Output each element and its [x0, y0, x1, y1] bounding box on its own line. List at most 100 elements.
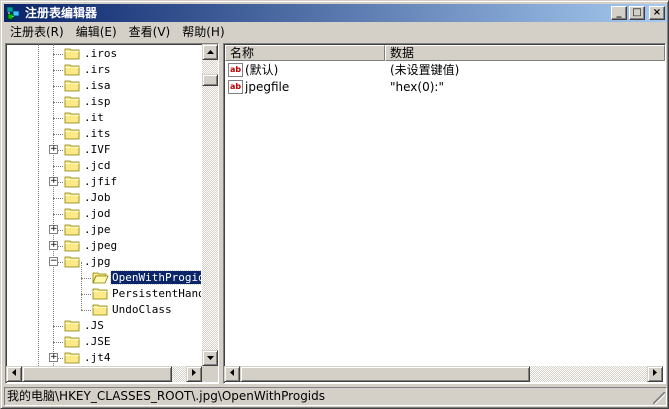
tree-item[interactable]: .isa: [6, 78, 201, 94]
scroll-thumb[interactable]: [202, 74, 218, 86]
tree-item[interactable]: .Job: [6, 190, 201, 206]
scroll-corner: [202, 366, 218, 382]
value-name: (默认): [245, 63, 279, 77]
value-row[interactable]: ab jpegfile "hex(0):": [226, 79, 665, 96]
folder-icon: [64, 207, 81, 220]
expand-icon[interactable]: +: [49, 177, 58, 186]
expand-icon[interactable]: +: [49, 145, 58, 154]
tree-item[interactable]: .iros: [6, 46, 201, 62]
tree-item[interactable]: .its: [6, 126, 201, 142]
tree-horizontal-scrollbar[interactable]: [6, 366, 202, 382]
key-tree[interactable]: .iros .irs .isa .isp .it .its + .IVF .jcd + .jfif.…: [6, 44, 201, 366]
tree-guide-line: [53, 342, 63, 343]
maximize-button[interactable]: □: [629, 6, 645, 20]
tree-item[interactable]: + .jpeg: [6, 238, 201, 254]
tree-item[interactable]: .isp: [6, 94, 201, 110]
collapse-icon[interactable]: −: [49, 257, 58, 266]
tree-vertical-scrollbar[interactable]: [202, 44, 218, 366]
tree-item-label: .jod: [84, 207, 111, 220]
tree-item-label: .jcd: [84, 159, 111, 172]
menu-registry[interactable]: 注册表(R): [4, 23, 70, 42]
scroll-right-button[interactable]: [647, 366, 663, 382]
folder-open-icon: [92, 271, 109, 284]
tree-item[interactable]: + .IVF: [6, 142, 201, 158]
folder-icon: [64, 319, 81, 332]
tree-guide-line: [53, 214, 63, 215]
folder-icon: [64, 335, 81, 348]
tree-guide-line: [81, 278, 91, 279]
tree-item[interactable]: .jcd: [6, 158, 201, 174]
tree-guide-line: [81, 262, 82, 278]
tree-item-label: OpenWithProgids: [109, 270, 201, 285]
folder-icon: [64, 159, 81, 172]
tree-item[interactable]: + .jt4: [6, 350, 201, 366]
folder-icon: [92, 303, 109, 316]
tree-item[interactable]: .JS: [6, 318, 201, 334]
folder-icon: [64, 47, 81, 60]
tree-item[interactable]: .jod: [6, 206, 201, 222]
tree-item[interactable]: .irs: [6, 62, 201, 78]
scroll-up-button[interactable]: [202, 44, 218, 60]
arrow-left-icon: [12, 369, 16, 376]
arrow-left-icon: [230, 369, 234, 376]
tree-guide-line: [53, 134, 63, 135]
close-button[interactable]: ×: [649, 6, 665, 20]
menu-bar: 注册表(R) 编辑(E) 查看(V) 帮助(H): [4, 23, 667, 42]
tree-item-label: .irs: [84, 63, 111, 76]
tree-guide-line: [53, 166, 63, 167]
tree-item[interactable]: .it: [6, 110, 201, 126]
scroll-left-button[interactable]: [224, 366, 240, 382]
tree-item[interactable]: + .jpe: [6, 222, 201, 238]
tree-item-label: .isp: [84, 95, 111, 108]
close-icon: ×: [652, 7, 662, 18]
regedit-window: 注册表编辑器 _ □ × 注册表(R) 编辑(E) 查看(V) 帮助(H) .i…: [0, 0, 669, 409]
values-list-pane[interactable]: 名称 数据 ab (默认) (未设置键值) ab jpegfile "hex(0…: [223, 43, 666, 384]
tree-item[interactable]: .JSE: [6, 334, 201, 350]
key-tree-pane[interactable]: .iros .irs .isa .isp .it .its + .IVF .jcd + .jfif.…: [5, 43, 219, 384]
expand-icon[interactable]: +: [49, 241, 58, 250]
folder-icon: [92, 287, 109, 300]
menu-edit[interactable]: 编辑(E): [70, 23, 123, 42]
value-name: jpegfile: [245, 80, 290, 94]
column-header-data[interactable]: 数据: [385, 45, 665, 61]
string-value-icon: ab: [228, 63, 243, 77]
folder-icon: [64, 255, 81, 268]
tree-item[interactable]: − .jpg: [6, 254, 201, 270]
status-bar: 我的电脑\HKEY_CLASSES_ROOT\.jpg\OpenWithProg…: [4, 387, 667, 406]
column-header-name[interactable]: 名称: [225, 45, 385, 61]
scroll-left-button[interactable]: [6, 366, 22, 382]
tree-item[interactable]: + .jfif: [6, 174, 201, 190]
scroll-down-button[interactable]: [202, 350, 218, 366]
tree-guide-line: [53, 102, 63, 103]
tree-item[interactable]: OpenWithProgids: [6, 262, 201, 286]
list-horizontal-scrollbar[interactable]: [224, 366, 663, 382]
tree-guide-line: [81, 278, 82, 294]
title-bar[interactable]: 注册表编辑器 _ □ ×: [4, 4, 667, 22]
resize-grip[interactable]: [653, 392, 665, 404]
expand-icon[interactable]: +: [49, 225, 58, 234]
tree-guide-line: [53, 118, 63, 119]
folder-icon: [64, 127, 81, 140]
folder-icon: [64, 223, 81, 236]
folder-icon: [64, 175, 81, 188]
scroll-right-button[interactable]: [186, 366, 202, 382]
minimize-button[interactable]: _: [611, 6, 627, 20]
arrow-right-icon: [653, 369, 657, 376]
tree-item[interactable]: UndoClass: [6, 294, 201, 318]
tree-guide-line: [53, 86, 63, 87]
scroll-thumb-horizontal[interactable]: [22, 366, 172, 382]
scroll-thumb-horizontal[interactable]: [240, 366, 530, 382]
tree-item-label: .IVF: [84, 143, 111, 156]
expand-icon[interactable]: +: [49, 353, 58, 362]
folder-icon: [64, 143, 81, 156]
value-data: (未设置键值): [390, 63, 460, 77]
tree-guide-line: [81, 294, 91, 295]
value-row[interactable]: ab (默认) (未设置键值): [226, 62, 665, 79]
tree-item-label: UndoClass: [112, 303, 172, 316]
menu-help[interactable]: 帮助(H): [176, 23, 230, 42]
menu-view[interactable]: 查看(V): [123, 23, 177, 42]
window-title: 注册表编辑器: [25, 6, 98, 20]
tree-guide-line: [81, 294, 82, 310]
value-data: "hex(0):": [390, 80, 444, 94]
tree-item[interactable]: PersistentHandler: [6, 278, 201, 302]
